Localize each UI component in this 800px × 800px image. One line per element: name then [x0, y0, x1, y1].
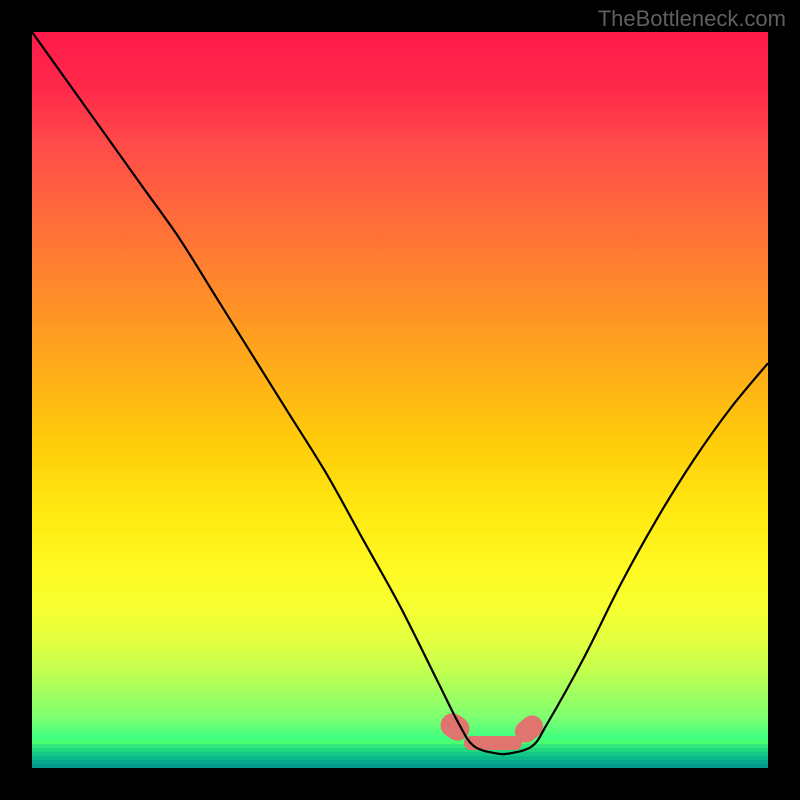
chart-container: TheBottleneck.com	[0, 0, 800, 800]
plot-area	[32, 32, 768, 768]
curve-path	[32, 32, 768, 754]
bottleneck-curve	[32, 32, 768, 768]
watermark-text: TheBottleneck.com	[598, 6, 786, 32]
